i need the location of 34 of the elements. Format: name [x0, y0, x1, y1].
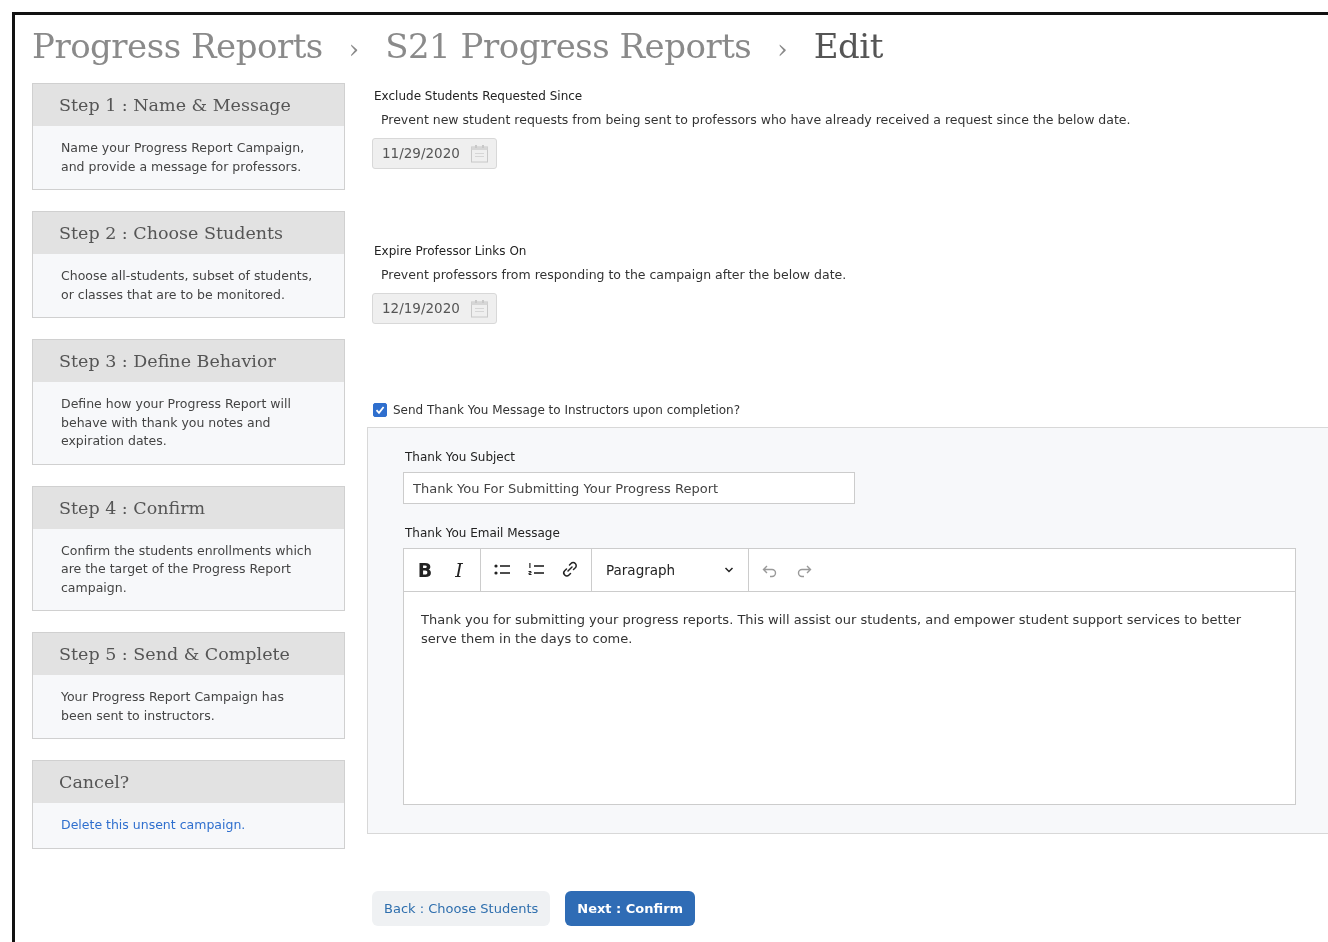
breadcrumb-link[interactable]: S21 Progress Reports: [385, 21, 752, 72]
step-title: Cancel?: [33, 761, 344, 803]
step-description: Name your Progress Report Campaign, and provide a message for professors.: [61, 139, 306, 176]
step-description: Confirm the students enrollments which are the target of the Progress Report campaign.: [61, 541, 313, 597]
step-title: Step 3 : Define Behavior: [33, 340, 344, 382]
back-button[interactable]: Back : Choose Students: [372, 891, 551, 926]
breadcrumb-separator: ›: [348, 33, 360, 66]
field-description: Prevent professors from responding to the campaign after the below date.: [381, 266, 848, 284]
step-description: Choose all-students, subset of students, or classes that are to be monitored.: [61, 267, 314, 304]
breadcrumb-separator: ›: [777, 33, 788, 66]
chevron-down-icon: [724, 566, 734, 574]
italic-button[interactable]: I: [444, 555, 474, 585]
step-description: Your Progress Report Campaign has been sent to instructors.: [61, 688, 285, 725]
bold-button[interactable]: B: [410, 555, 440, 585]
breadcrumb-link[interactable]: Progress Reports: [32, 21, 323, 72]
field-label: Thank You Subject: [405, 449, 516, 466]
step-title: Step 4 : Confirm: [33, 486, 344, 529]
message-text: Thank you for submitting your progress reports. This will assist our students, and empower student support services to better serve them in the days to come.: [420, 611, 1243, 648]
page-title: Edit: [813, 25, 883, 68]
step-title: Step 2 : Choose Students: [33, 212, 344, 254]
field-label: Exclude Students Requested Since: [374, 88, 584, 105]
field-label: Thank You Email Message: [405, 525, 561, 542]
checkbox[interactable]: [373, 403, 387, 417]
field-description: Prevent new student requests from being sent to professors who have already received a request since the below date.: [381, 111, 1132, 129]
format-dropdown[interactable]: Paragraph: [598, 555, 742, 585]
subject-field[interactable]: Thank You For Submitting Your Progress Report: [403, 472, 855, 504]
step-title: Step 1 : Name & Message: [33, 84, 344, 126]
step-title: Step 5 : Send & Complete: [33, 633, 344, 675]
rich-text-editor[interactable]: B I Paragraph Thank you for submitting your progress reports. This will assist our students, and empower student support services to better serve them in the days to come.: [403, 548, 1296, 805]
next-button[interactable]: Next : Confirm: [565, 891, 696, 926]
step-description: Define how your Progress Report will behave with thank you notes and expiration dates.: [61, 395, 292, 450]
delete-link[interactable]: Delete this unsent campaign.: [61, 817, 246, 832]
field-label: Expire Professor Links On: [374, 243, 528, 260]
checkbox-label: Send Thank You Message to Instructors upon completion?: [393, 402, 741, 419]
